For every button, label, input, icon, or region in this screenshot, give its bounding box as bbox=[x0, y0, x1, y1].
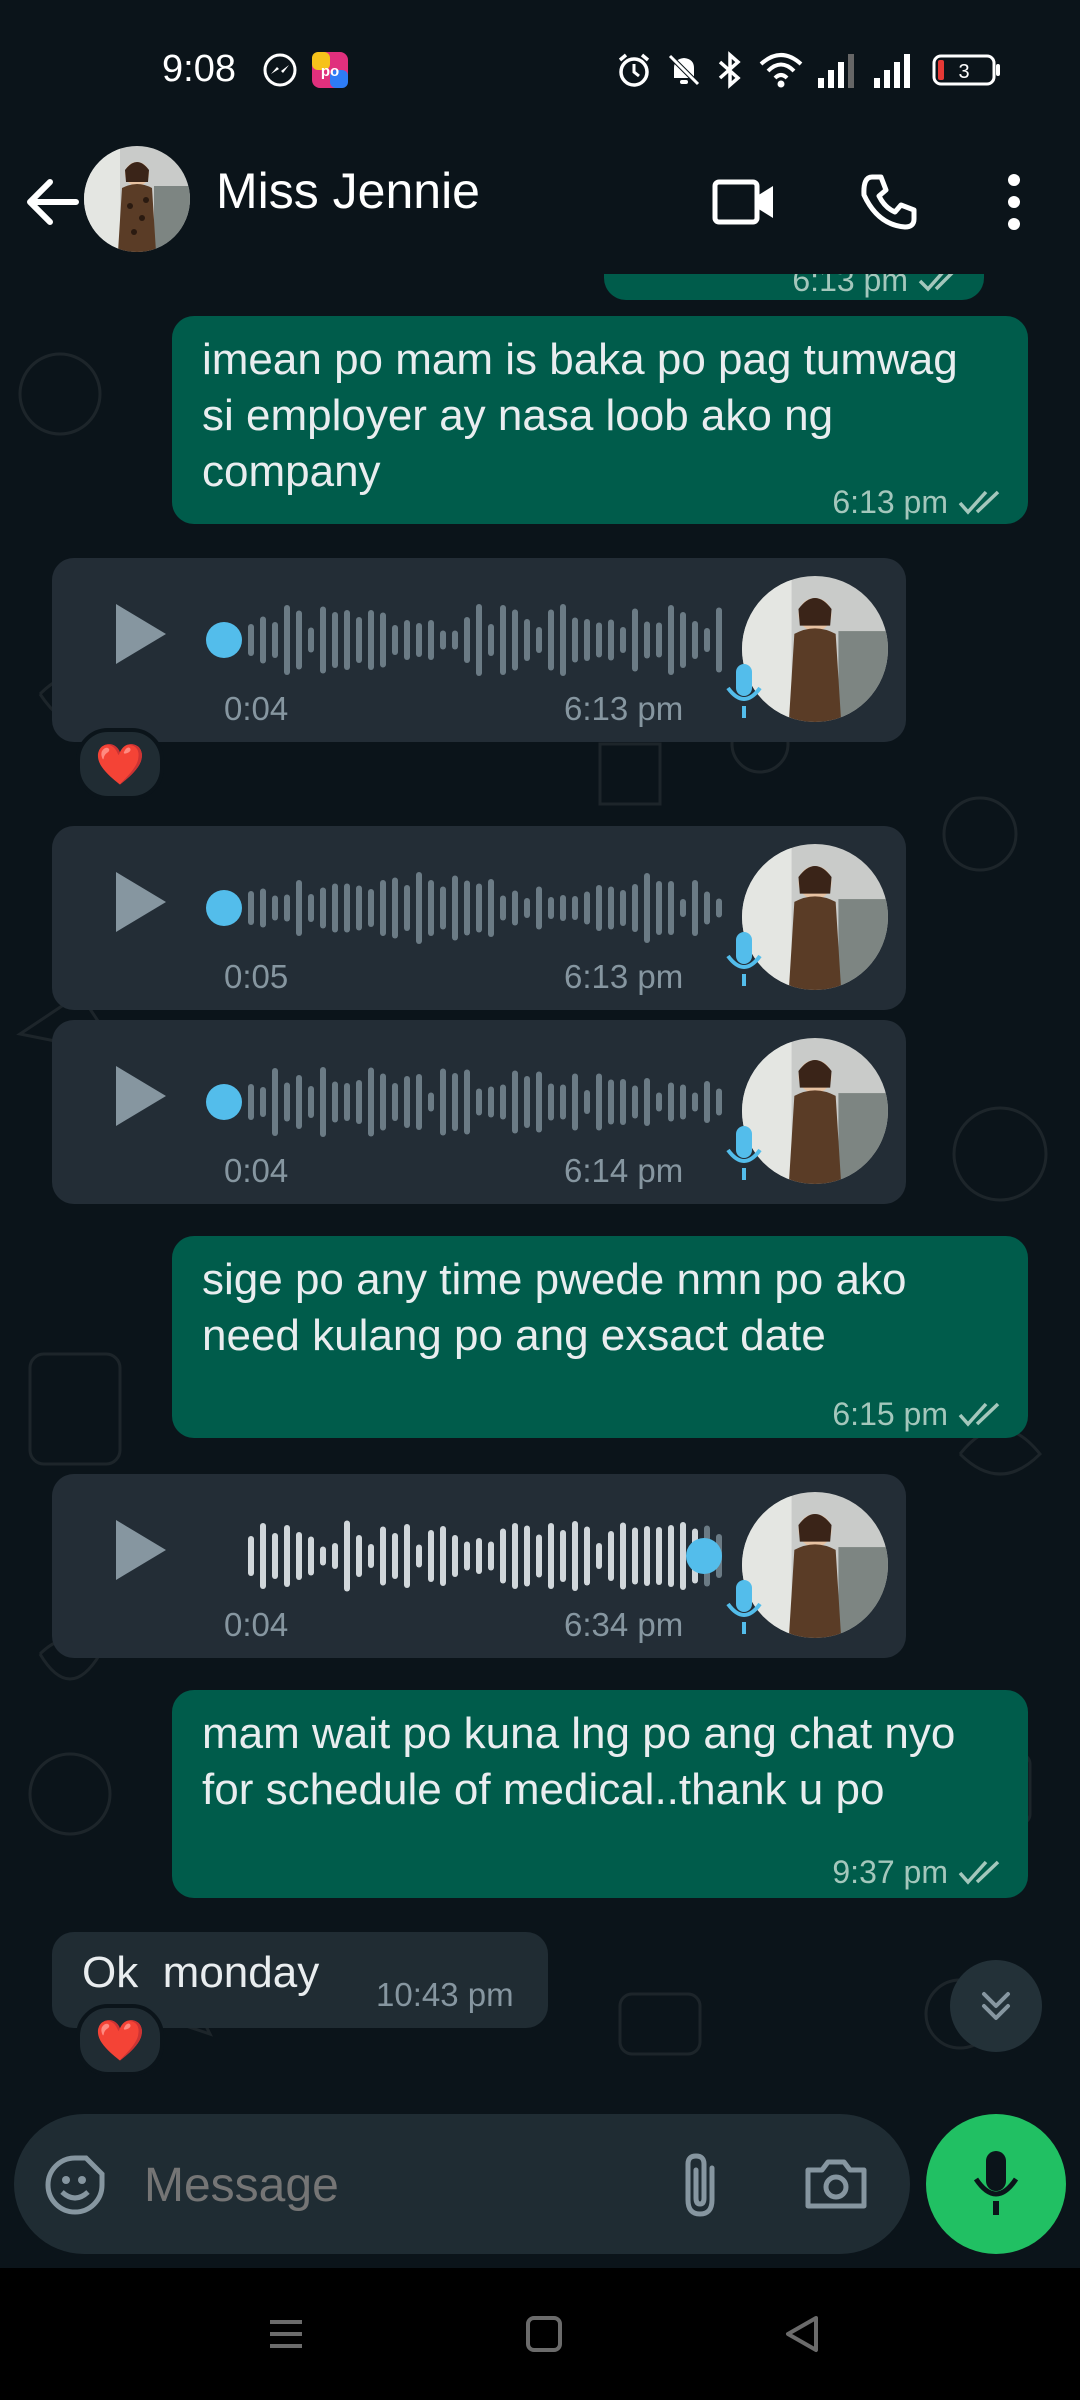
mic-icon bbox=[973, 2151, 1019, 2215]
chat-header: Miss Jennie bbox=[0, 140, 1080, 274]
message-bubble-outgoing[interactable]: mam wait po kuna lng po ang chat nyo for… bbox=[172, 1690, 1028, 1898]
message-time: 6:13 pm bbox=[832, 484, 948, 520]
status-bar: 9:08 po 3 bbox=[0, 0, 1080, 140]
signal-icon bbox=[872, 50, 914, 90]
voice-message[interactable]: 0:04 6:13 pm bbox=[52, 558, 906, 742]
double-chevron-down-icon bbox=[982, 1992, 1010, 2020]
message-time: 6:15 pm bbox=[832, 1396, 948, 1432]
read-ticks-icon bbox=[918, 274, 954, 292]
heart-reaction: ❤️ bbox=[95, 742, 145, 787]
contact-name[interactable]: Miss Jennie bbox=[216, 162, 480, 220]
attach-icon[interactable] bbox=[674, 2150, 726, 2220]
voice-call-icon[interactable] bbox=[848, 162, 928, 242]
voice-message[interactable]: 0:04 6:34 pm bbox=[52, 1474, 906, 1658]
message-time: 6:13 pm bbox=[792, 274, 908, 298]
message-input[interactable] bbox=[144, 2158, 624, 2213]
signal-icon bbox=[816, 50, 858, 90]
mic-badge-icon bbox=[726, 664, 762, 718]
play-icon[interactable] bbox=[110, 600, 170, 668]
battery-level: 3 bbox=[958, 61, 969, 83]
waveform[interactable] bbox=[204, 868, 744, 948]
voice-duration: 0:04 bbox=[224, 1152, 289, 1189]
voice-duration: 0:05 bbox=[224, 958, 289, 995]
message-bubble-outgoing[interactable]: sige po any time pwede nmn po ako need k… bbox=[172, 1236, 1028, 1438]
app-icon: po bbox=[310, 50, 350, 90]
reaction-badge[interactable]: ❤️ bbox=[76, 2004, 164, 2076]
voice-message[interactable]: 0:04 6:14 pm bbox=[52, 1020, 906, 1204]
more-options-icon[interactable] bbox=[974, 162, 1054, 242]
message-bubble-outgoing-partial[interactable]: 6:13 pm bbox=[604, 274, 984, 300]
message-time: 9:37 pm bbox=[832, 1854, 948, 1890]
voice-record-button[interactable] bbox=[926, 2114, 1066, 2254]
read-ticks-icon bbox=[958, 1402, 1000, 1427]
home-icon[interactable] bbox=[522, 2312, 566, 2356]
contact-avatar[interactable] bbox=[84, 146, 190, 252]
mute-icon bbox=[664, 50, 704, 90]
voice-message[interactable]: 0:05 6:13 pm bbox=[52, 826, 906, 1010]
emoji-sticker-icon[interactable] bbox=[44, 2154, 106, 2216]
heart-reaction: ❤️ bbox=[95, 2018, 145, 2063]
message-time: 6:13 pm bbox=[564, 958, 684, 995]
video-call-icon[interactable] bbox=[704, 162, 784, 242]
camera-icon[interactable] bbox=[804, 2154, 868, 2212]
message-time: 10:43 pm bbox=[376, 1976, 514, 2013]
waveform[interactable] bbox=[204, 1062, 744, 1142]
bluetooth-icon bbox=[712, 50, 748, 90]
voice-duration: 0:04 bbox=[224, 1606, 289, 1643]
play-icon[interactable] bbox=[110, 1516, 170, 1584]
message-text: mam wait po kuna lng po ang chat nyo for… bbox=[202, 1709, 956, 1814]
svg-text:po: po bbox=[321, 63, 339, 80]
message-time: 6:14 pm bbox=[564, 1152, 684, 1189]
read-ticks-icon bbox=[958, 490, 1000, 515]
mic-badge-icon bbox=[726, 1126, 762, 1180]
read-ticks-icon bbox=[958, 1860, 1000, 1885]
message-bubble-outgoing[interactable]: imean po mam is baka po pag tumwag si em… bbox=[172, 316, 1028, 524]
reaction-badge[interactable]: ❤️ bbox=[76, 728, 164, 800]
scroll-to-bottom-button[interactable] bbox=[950, 1960, 1042, 2052]
back-nav-icon[interactable] bbox=[780, 2312, 824, 2356]
mic-badge-icon bbox=[726, 932, 762, 986]
voice-duration: 0:04 bbox=[224, 690, 289, 727]
play-icon[interactable] bbox=[110, 868, 170, 936]
battery-icon: 3 bbox=[932, 50, 1002, 90]
wifi-icon bbox=[758, 50, 804, 90]
message-time: 6:13 pm bbox=[564, 690, 684, 727]
message-text: Ok monday bbox=[82, 1948, 320, 1997]
waveform[interactable] bbox=[204, 600, 744, 680]
message-composer[interactable] bbox=[14, 2114, 910, 2254]
message-time: 6:34 pm bbox=[564, 1606, 684, 1643]
recent-apps-icon[interactable] bbox=[264, 2312, 308, 2356]
chat-area[interactable]: 6:13 pm imean po mam is baka po pag tumw… bbox=[0, 274, 1080, 2110]
back-arrow-icon[interactable] bbox=[20, 170, 84, 234]
alarm-icon bbox=[614, 50, 654, 90]
message-text: sige po any time pwede nmn po ako need k… bbox=[202, 1255, 907, 1360]
waveform[interactable] bbox=[204, 1516, 744, 1596]
status-time: 9:08 bbox=[162, 48, 236, 90]
play-icon[interactable] bbox=[110, 1062, 170, 1130]
mic-badge-icon bbox=[726, 1580, 762, 1634]
system-navigation-bar bbox=[0, 2268, 1080, 2400]
messenger-icon bbox=[262, 50, 298, 90]
